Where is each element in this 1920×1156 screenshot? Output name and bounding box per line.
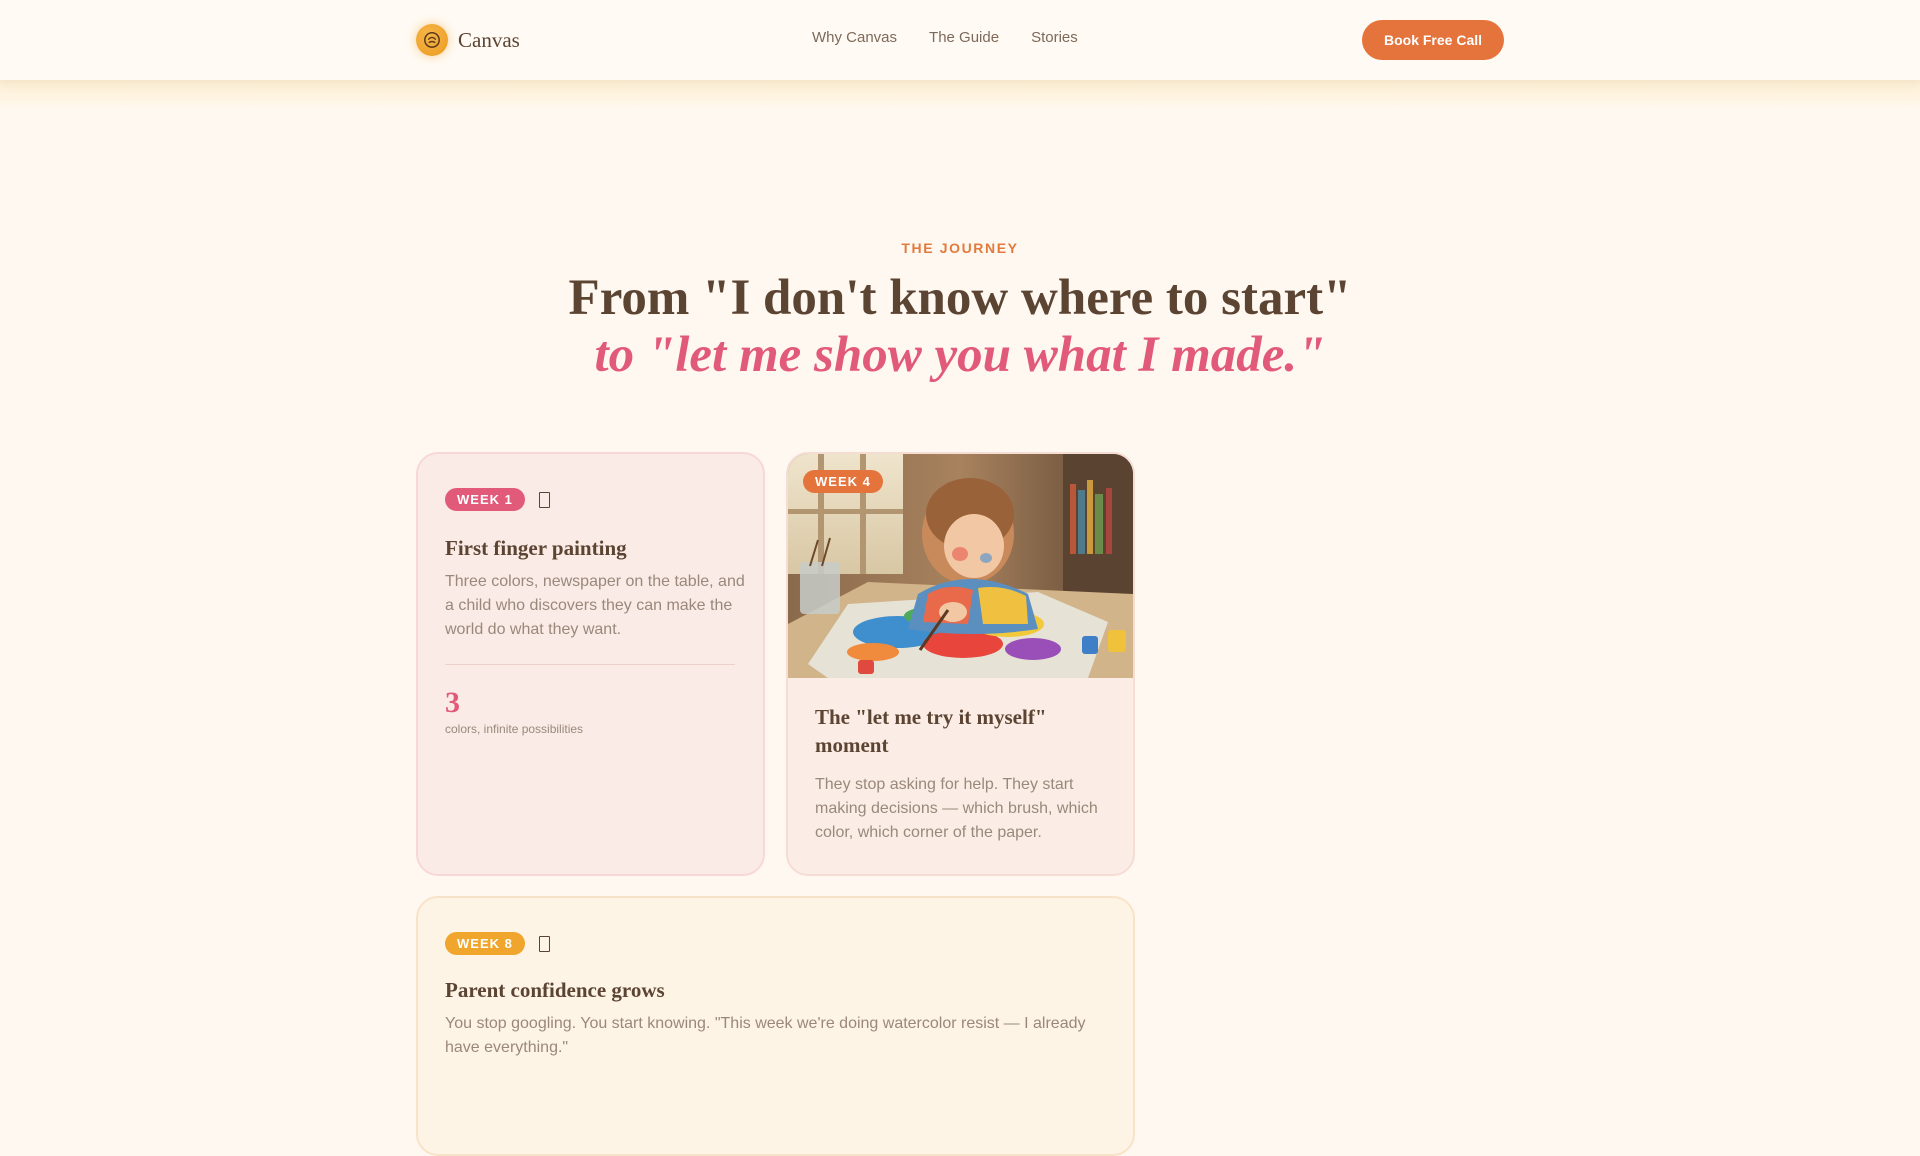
- card-title: First finger painting: [445, 536, 627, 560]
- stat-value: 3: [445, 686, 460, 719]
- headline-line-2: to "let me show you what I made.": [594, 327, 1326, 383]
- stat-label: colors, infinite possibilities: [445, 722, 584, 736]
- section-headline: From "I don't know where to start" to "l…: [0, 270, 1920, 384]
- week-badge: WEEK 4: [803, 470, 883, 493]
- week-badge: WEEK 8: [445, 932, 525, 955]
- child-painting-image: WEEK 4: [788, 454, 1133, 678]
- card-description: They stop asking for help. They start ma…: [815, 776, 1098, 841]
- card-title: The "let me try it myself" moment: [815, 705, 1047, 757]
- nav-link-stories[interactable]: Stories: [1031, 29, 1078, 46]
- headline-line-1: From "I don't know where to start": [568, 270, 1352, 326]
- header-glow-strip: [0, 80, 1920, 109]
- card-description: Three colors, newspaper on the table, an…: [445, 573, 745, 638]
- site-header: Canvas Why Canvas The Guide Stories Book…: [0, 0, 1920, 80]
- card-badge-row: WEEK 8: [445, 932, 550, 955]
- card-badge-row: WEEK 1: [445, 488, 550, 511]
- week-badge: WEEK 1: [445, 488, 525, 511]
- journey-card-week-8: WEEK 8 Parent confidence grows You stop …: [416, 896, 1135, 1156]
- card-divider: [445, 664, 735, 665]
- journey-card-week-1: WEEK 1 First finger painting Three color…: [416, 452, 765, 876]
- brand-logo[interactable]: Canvas: [416, 23, 520, 57]
- bookmark-icon[interactable]: [538, 491, 550, 508]
- smile-face-icon: [416, 24, 448, 56]
- brand-name: Canvas: [458, 27, 520, 52]
- header-inner: Canvas Why Canvas The Guide Stories Book…: [416, 0, 1504, 80]
- nav-link-why-canvas[interactable]: Why Canvas: [812, 29, 897, 46]
- book-free-call-button[interactable]: Book Free Call: [1362, 20, 1504, 60]
- nav-link-the-guide[interactable]: The Guide: [929, 29, 999, 46]
- journey-card-week-4: WEEK 4 The "let me try it myself" moment…: [786, 452, 1135, 876]
- card-description: You stop googling. You start knowing. "T…: [445, 1015, 1086, 1056]
- bookmark-icon[interactable]: [538, 935, 550, 952]
- main-nav: Why Canvas The Guide Stories: [812, 29, 1078, 46]
- card-title: Parent confidence grows: [445, 978, 665, 1002]
- section-eyebrow: THE JOURNEY: [901, 240, 1019, 256]
